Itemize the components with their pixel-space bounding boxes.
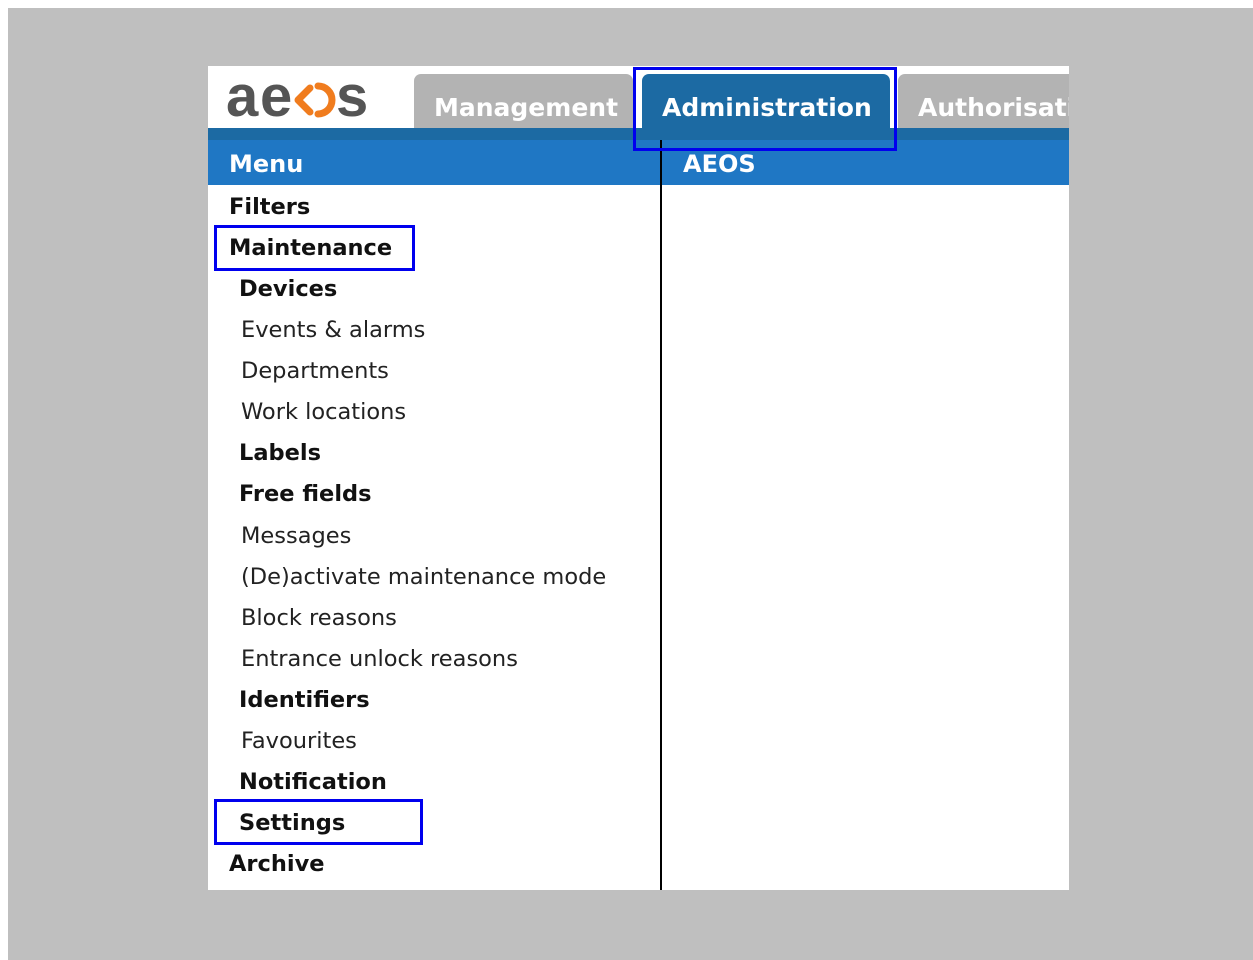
- menu-item-free-fields[interactable]: Free fields: [239, 480, 372, 508]
- aeos-logo-s: s: [336, 68, 368, 128]
- pane-divider[interactable]: [660, 140, 662, 890]
- content-title: AEOS: [683, 150, 756, 178]
- menu-item-labels[interactable]: Labels: [239, 439, 321, 467]
- aeos-logo-e: e: [260, 68, 292, 128]
- menu-item-entrance-unlock-reasons[interactable]: Entrance unlock reasons: [241, 645, 518, 673]
- aeos-app-window: a e s Management Administration Authoris…: [208, 66, 1069, 890]
- aeos-logo-o-right-arc: [314, 82, 336, 118]
- menu-item-departments[interactable]: Departments: [241, 357, 389, 385]
- header-bar: [208, 140, 1069, 185]
- aeos-logo-a: a: [226, 68, 259, 128]
- menu-item-favourites[interactable]: Favourites: [241, 727, 357, 755]
- tab-administration[interactable]: Administration: [642, 74, 890, 130]
- menu-item-messages[interactable]: Messages: [241, 522, 351, 550]
- menu-item-filters[interactable]: Filters: [229, 193, 310, 221]
- menu-item-events-alarms[interactable]: Events & alarms: [241, 316, 425, 344]
- menu-item-maintenance[interactable]: Maintenance: [229, 234, 392, 262]
- tab-authorisation[interactable]: Authorisati: [898, 74, 1069, 130]
- menu-item-devices[interactable]: Devices: [239, 275, 337, 303]
- menu-item-settings[interactable]: Settings: [239, 809, 345, 837]
- aeos-logo-o-left-chevron: [294, 84, 314, 116]
- menu-item-identifiers[interactable]: Identifiers: [239, 686, 370, 714]
- menu-item-block-reasons[interactable]: Block reasons: [241, 604, 397, 632]
- menu-item-deactivate-maintenance-mode[interactable]: (De)activate maintenance mode: [241, 563, 606, 591]
- tab-bar-underline: [208, 128, 1069, 140]
- menu-title: Menu: [229, 150, 304, 178]
- aeos-logo-o-mark: [294, 82, 336, 118]
- tab-management[interactable]: Management: [414, 74, 633, 130]
- menu-item-notification[interactable]: Notification: [239, 768, 387, 796]
- menu-item-work-locations[interactable]: Work locations: [241, 398, 406, 426]
- aeos-logo[interactable]: a e s: [226, 68, 386, 128]
- menu-item-archive[interactable]: Archive: [229, 850, 325, 878]
